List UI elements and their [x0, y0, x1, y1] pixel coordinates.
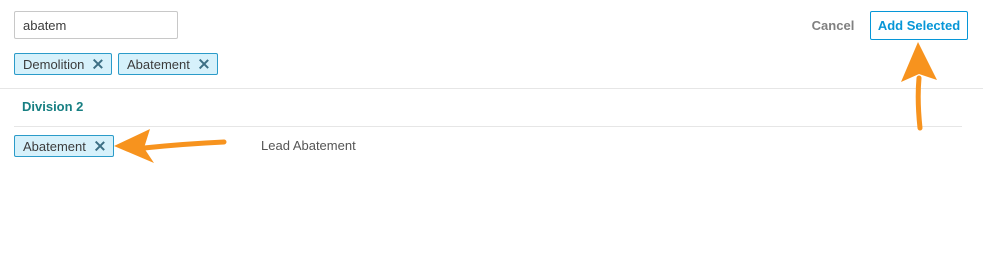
close-icon[interactable]	[199, 59, 209, 69]
arrow-icon	[114, 129, 227, 163]
close-icon[interactable]	[93, 59, 103, 69]
cancel-button[interactable]: Cancel	[805, 11, 861, 39]
close-icon[interactable]	[95, 141, 105, 151]
add-selected-button[interactable]: Add Selected	[870, 11, 968, 40]
selected-tag-demolition: Demolition	[14, 53, 113, 75]
selected-tag-abatement: Abatement	[118, 53, 218, 75]
tag-label: Demolition	[23, 56, 85, 72]
divider	[0, 88, 983, 89]
tag-label: Abatement	[127, 56, 190, 72]
arrow-icon	[901, 42, 937, 131]
result-tag-abatement: Abatement	[14, 135, 114, 157]
search-input[interactable]	[14, 11, 178, 39]
tag-label: Abatement	[23, 138, 86, 154]
result-name: Lead Abatement	[261, 138, 356, 153]
division-title: Division 2	[22, 99, 84, 114]
